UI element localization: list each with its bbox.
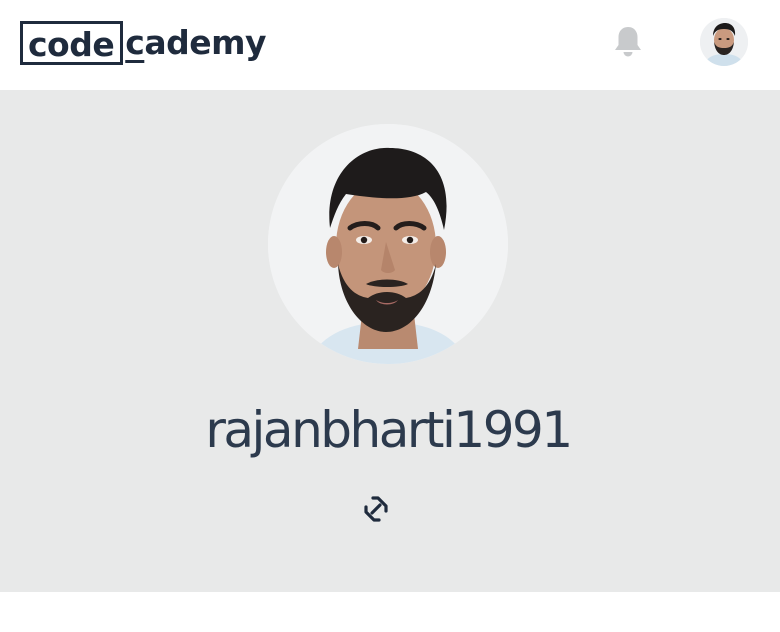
- profile-photo: [268, 124, 508, 364]
- page-content-area: [0, 592, 780, 632]
- user-avatar-menu[interactable]: [700, 18, 748, 66]
- bell-icon[interactable]: [611, 24, 645, 60]
- logo-underlined-letter: c: [125, 23, 145, 62]
- logo-cademy: cademy: [125, 21, 266, 65]
- profile-hero: rajanbharti1991: [0, 90, 780, 592]
- top-header: code cademy: [0, 0, 780, 90]
- profile-username: rajanbharti1991: [205, 401, 573, 459]
- logo-code-box: code: [20, 21, 124, 65]
- logo-rest-text: ademy: [144, 23, 266, 62]
- link-icon[interactable]: [359, 492, 393, 526]
- codecademy-logo[interactable]: code cademy: [20, 18, 266, 68]
